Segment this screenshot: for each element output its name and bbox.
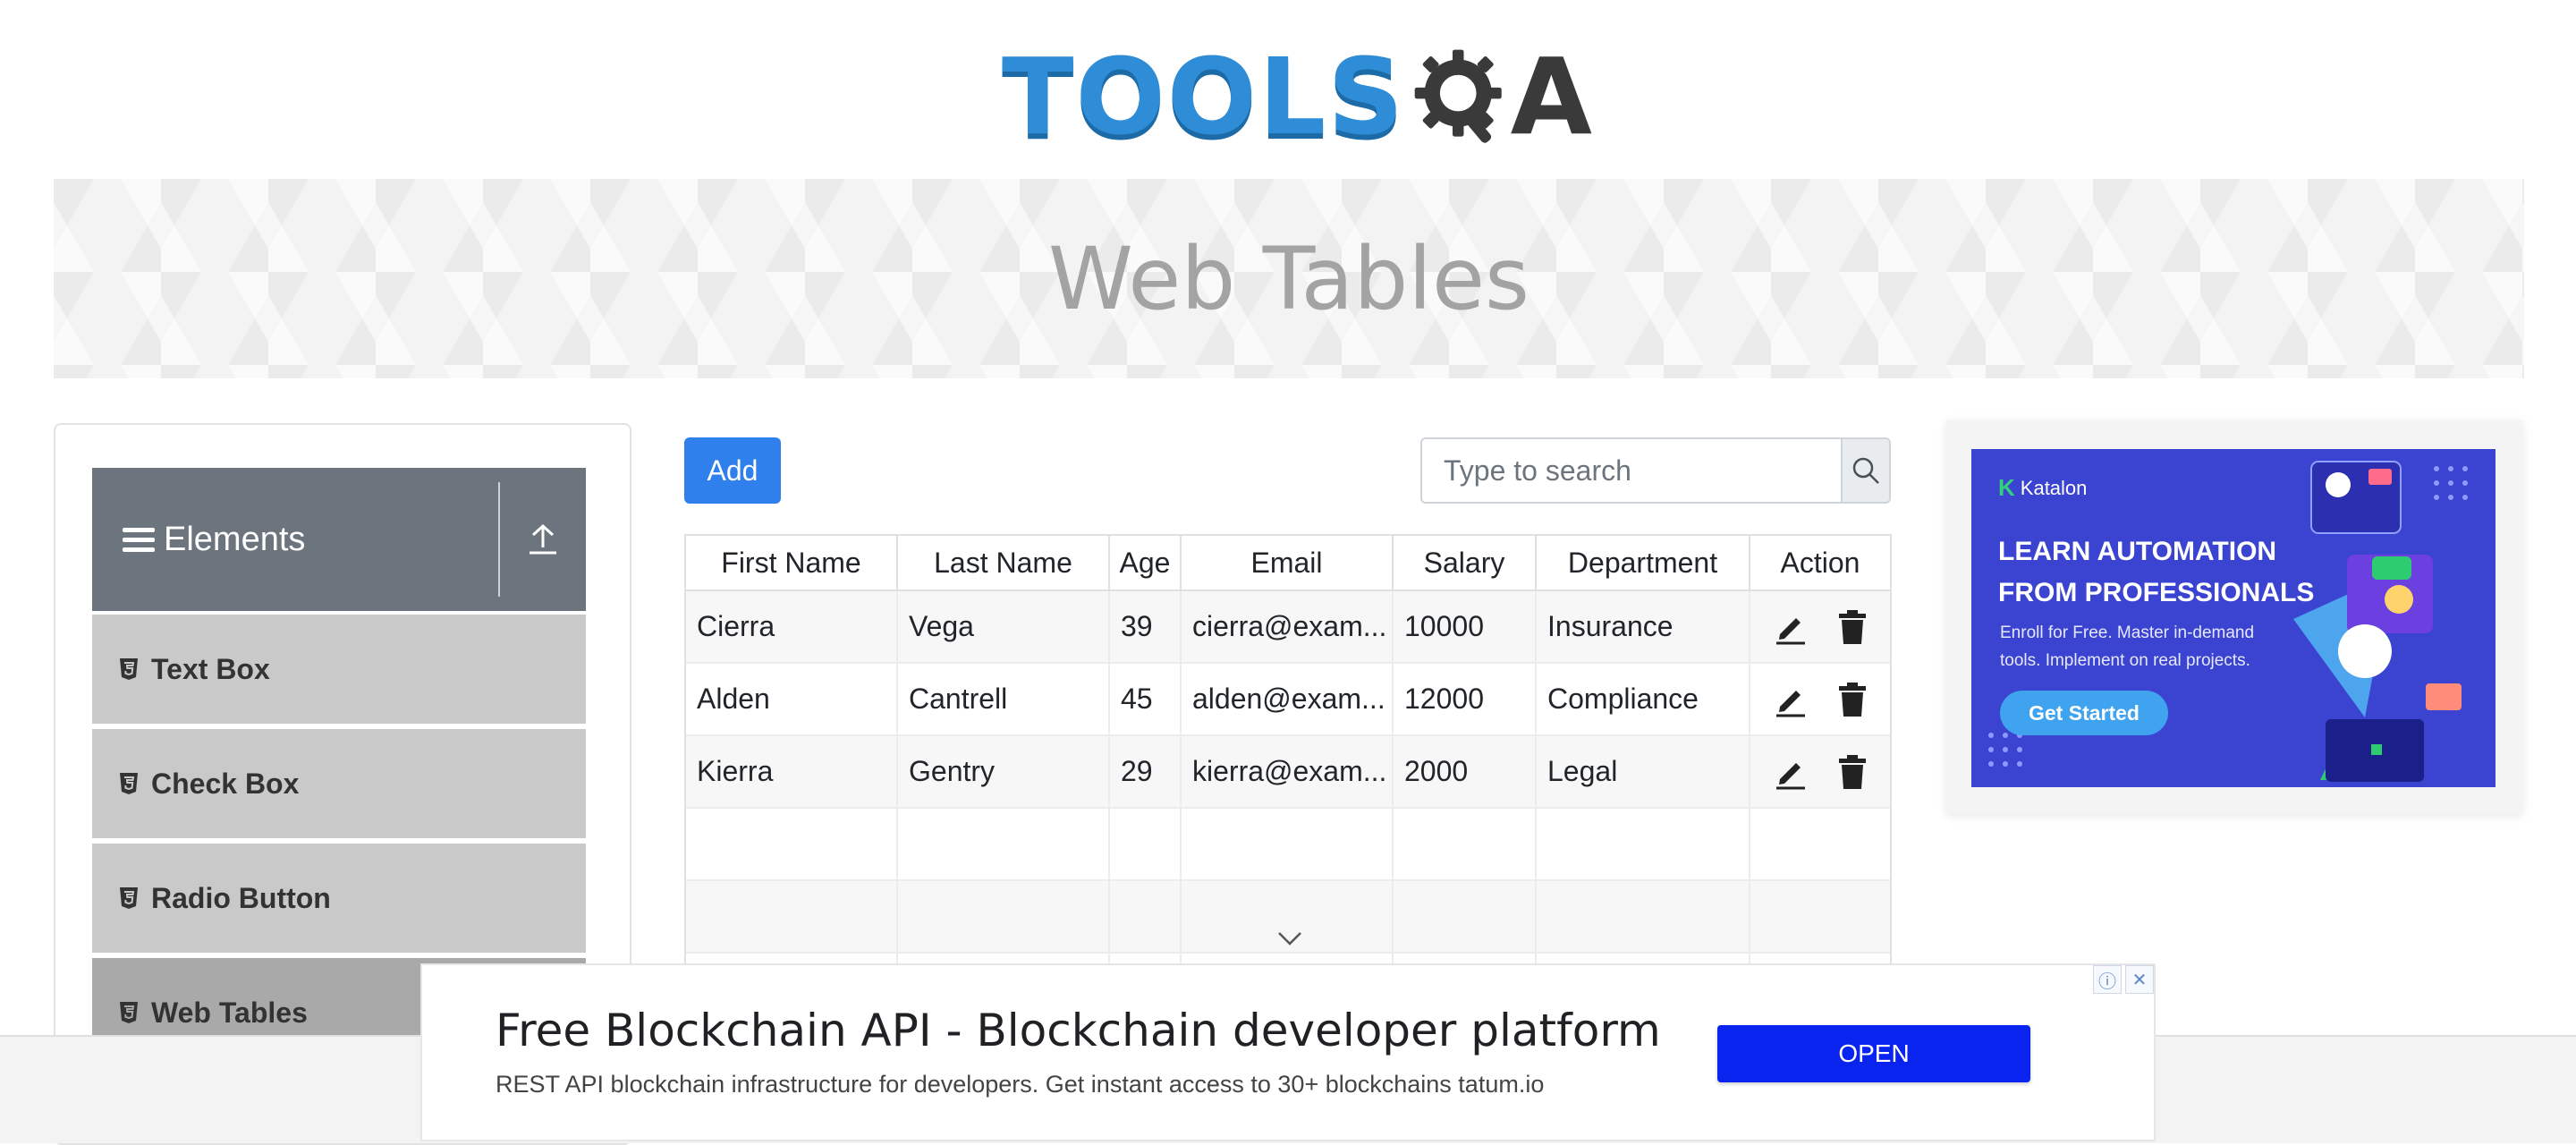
- empty-cell: [686, 809, 898, 879]
- empty-cell: [1537, 809, 1750, 879]
- katalon-logo-icon: K: [1998, 474, 2015, 501]
- empty-cell: [1110, 809, 1182, 879]
- open-button[interactable]: OPEN: [1717, 1025, 2030, 1082]
- trash-icon[interactable]: [1837, 609, 1868, 645]
- sidebar-item-label: Text Box: [151, 652, 270, 685]
- cell-last-name: Cantrell: [898, 664, 1110, 734]
- html5-icon: [120, 658, 138, 680]
- sidebar-group-title: Elements: [164, 520, 306, 558]
- column-header-email[interactable]: Email: [1182, 536, 1394, 589]
- sidebar-item-check-box[interactable]: Check Box: [92, 729, 586, 838]
- html5-icon: [120, 773, 138, 794]
- ad-headline: LEARN AUTOMATION FROM PROFESSIONALS: [1998, 531, 2338, 614]
- trash-icon[interactable]: [1837, 754, 1868, 790]
- table-row: Kierra Gentry 29 kierra@exam... 2000 Leg…: [686, 736, 1890, 809]
- katalon-brand-name: Katalon: [2020, 476, 2088, 499]
- cell-age: 29: [1110, 736, 1182, 807]
- cell-last-name: Vega: [898, 591, 1110, 662]
- katalon-brand: K Katalon: [1998, 474, 2087, 502]
- page-banner: Web Tables: [54, 179, 2524, 378]
- table-row: Cierra Vega 39 cierra@exam... 10000 Insu…: [686, 591, 1890, 664]
- upload-icon[interactable]: [500, 522, 586, 556]
- ad-subtext-line2: tools. Implement on real projects.: [2000, 651, 2250, 670]
- cell-action: [1750, 736, 1890, 807]
- empty-cell: [686, 881, 898, 952]
- chevron-down-icon[interactable]: [1276, 929, 1303, 947]
- empty-cell: [1182, 809, 1394, 879]
- empty-cell: [898, 881, 1110, 952]
- table-header: First Name Last Name Age Email Salary De…: [686, 536, 1890, 591]
- search-input[interactable]: [1422, 439, 1841, 502]
- column-header-action: Action: [1780, 546, 1860, 579]
- empty-cell: [1394, 809, 1537, 879]
- cell-department: Compliance: [1537, 664, 1750, 734]
- sidebar-item-label: Check Box: [151, 767, 300, 800]
- katalon-ad[interactable]: K Katalon LEARN AUTOMATION FROM PROFESSI…: [1971, 449, 2496, 787]
- empty-cell: [1750, 881, 1890, 952]
- cell-action: [1750, 591, 1890, 662]
- column-header-salary[interactable]: Salary: [1394, 536, 1537, 589]
- search-icon: [1852, 457, 1879, 484]
- cell-first-name: Cierra: [686, 591, 898, 662]
- ad-headline-line1: LEARN AUTOMATION: [1998, 537, 2277, 566]
- logo-a: A: [1510, 35, 1592, 158]
- empty-cell: [1537, 881, 1750, 952]
- cell-email: alden@exam...: [1182, 664, 1394, 734]
- search-box: [1420, 437, 1891, 504]
- column-header-last-name[interactable]: Last Name: [898, 536, 1110, 589]
- html5-icon: [120, 887, 138, 909]
- cell-first-name: Kierra: [686, 736, 898, 807]
- ad-subtext-line1: Enroll for Free. Master in-demand: [2000, 623, 2255, 642]
- sidebar-item-label: Web Tables: [151, 996, 308, 1029]
- cell-salary: 2000: [1394, 736, 1537, 807]
- bottom-ad-banner[interactable]: ⓘ ✕ Free Blockchain API - Blockchain dev…: [420, 963, 2156, 1141]
- column-header-age[interactable]: Age: [1110, 536, 1182, 589]
- cell-salary: 12000: [1394, 664, 1537, 734]
- cell-salary: 10000: [1394, 591, 1537, 662]
- column-header-department[interactable]: Department: [1537, 536, 1750, 589]
- pencil-icon[interactable]: [1773, 682, 1809, 717]
- cell-first-name: Alden: [686, 664, 898, 734]
- toolsqa-logo[interactable]: TOOLS A: [1002, 25, 1592, 168]
- cell-last-name: Gentry: [898, 736, 1110, 807]
- cell-department: Legal: [1537, 736, 1750, 807]
- ad-headline-line2: FROM PROFESSIONALS: [1998, 578, 2315, 607]
- empty-cell: [1394, 881, 1537, 952]
- ad-info-icon[interactable]: ⓘ: [2093, 965, 2122, 994]
- empty-cell: [1110, 881, 1182, 952]
- empty-cell: [1750, 809, 1890, 879]
- pencil-icon[interactable]: [1773, 609, 1809, 645]
- get-started-button[interactable]: Get Started: [2000, 691, 2168, 735]
- cell-action: [1750, 664, 1890, 734]
- ad-title[interactable]: Free Blockchain API - Blockchain develop…: [496, 1005, 1661, 1056]
- html5-icon: [120, 1002, 138, 1023]
- cell-age: 45: [1110, 664, 1182, 734]
- add-button[interactable]: Add: [684, 437, 781, 504]
- trash-icon[interactable]: [1837, 682, 1868, 717]
- sidebar-ad-frame: K Katalon LEARN AUTOMATION FROM PROFESSI…: [1946, 420, 2522, 814]
- cell-email: cierra@exam...: [1182, 591, 1394, 662]
- column-header-first-name[interactable]: First Name: [686, 536, 898, 589]
- pencil-icon[interactable]: [1773, 754, 1809, 790]
- close-icon[interactable]: ✕: [2125, 965, 2154, 994]
- table-row-empty: [686, 809, 1890, 881]
- cell-department: Insurance: [1537, 591, 1750, 662]
- empty-cell: [898, 809, 1110, 879]
- cell-email: kierra@exam...: [1182, 736, 1394, 807]
- sidebar-group-elements[interactable]: Elements: [92, 468, 586, 611]
- ad-controls: ⓘ ✕: [2093, 965, 2154, 994]
- sidebar-item-radio-button[interactable]: Radio Button: [92, 844, 586, 953]
- hamburger-icon: [123, 522, 155, 557]
- search-button[interactable]: [1841, 439, 1889, 502]
- sidebar-item-label: Radio Button: [151, 881, 331, 914]
- table-row: Alden Cantrell 45 alden@exam... 12000 Co…: [686, 664, 1890, 736]
- ad-description: REST API blockchain infrastructure for d…: [496, 1071, 1545, 1098]
- sidebar-item-text-box[interactable]: Text Box: [92, 615, 586, 724]
- page-title: Web Tables: [1047, 228, 1530, 329]
- cell-age: 39: [1110, 591, 1182, 662]
- gear-magnifier-icon: [1414, 49, 1503, 143]
- ad-subtext: Enroll for Free. Master in-demand tools.…: [2000, 619, 2286, 674]
- logo-text: TOOLS: [1002, 35, 1406, 158]
